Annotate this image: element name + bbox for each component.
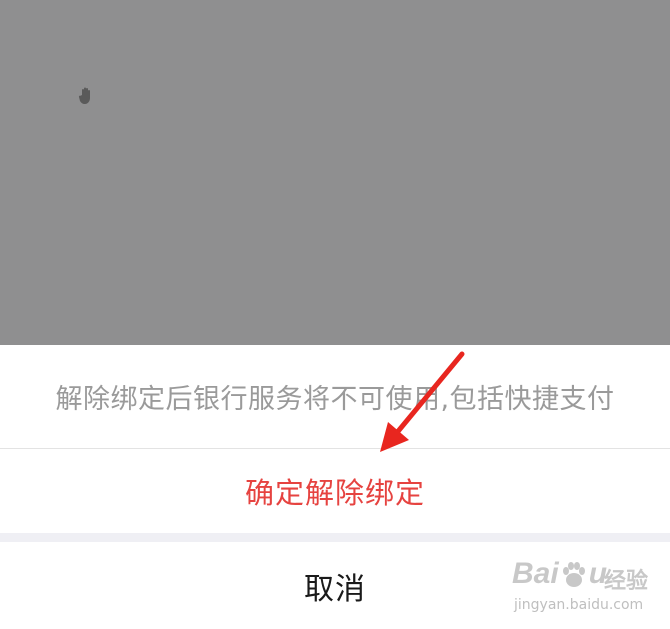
cancel-button[interactable]: 取消: [0, 542, 670, 629]
hand-cursor-icon: [78, 87, 90, 104]
dim-overlay[interactable]: [0, 0, 670, 345]
section-gap: [0, 533, 670, 542]
action-sheet: 解除绑定后银行服务将不可使用,包括快捷支付 确定解除绑定 取消: [0, 345, 670, 629]
unbind-warning-message: 解除绑定后银行服务将不可使用,包括快捷支付: [55, 384, 615, 415]
confirm-unbind-button[interactable]: 确定解除绑定: [0, 449, 670, 533]
